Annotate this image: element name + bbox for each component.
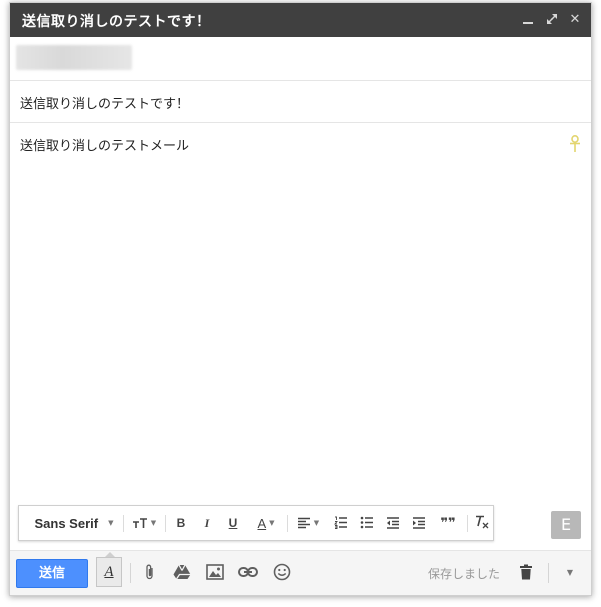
bulleted-list-button[interactable]	[355, 506, 379, 540]
formatting-toolbar: Sans Serif ▼ ▼ B I U A ▼ ▼ ❞❞	[18, 505, 494, 541]
caret-down-icon: ▼	[269, 519, 275, 527]
extension-button[interactable]: E	[551, 511, 581, 539]
font-family-dropdown[interactable]: Sans Serif ▼	[27, 506, 121, 540]
close-icon[interactable]: ✕	[566, 11, 584, 29]
send-button[interactable]: 送信	[16, 559, 88, 588]
quote-icon: ❞❞	[440, 515, 456, 531]
clear-format-icon	[473, 514, 489, 533]
bottom-divider	[130, 563, 131, 583]
toolbar-divider	[467, 515, 468, 532]
formatting-options-toggle[interactable]: A	[96, 552, 122, 587]
drive-icon[interactable]	[171, 561, 193, 583]
minimize-icon[interactable]	[519, 11, 537, 29]
caret-down-icon: ▼	[108, 519, 114, 527]
compose-title: 送信取り消しのテストです！	[22, 14, 211, 30]
bold-button[interactable]: B	[169, 506, 193, 540]
caret-down-icon: ▼	[313, 519, 320, 527]
numbered-list-icon	[334, 514, 348, 533]
draft-saved-status: 保存しました	[428, 567, 501, 581]
align-left-icon	[297, 514, 311, 533]
caret-down-icon: ▼	[150, 519, 157, 527]
link-icon[interactable]	[237, 561, 259, 583]
compose-titlebar[interactable]: 送信取り消しのテストです！ ✕	[10, 3, 591, 37]
indent-more-button[interactable]	[407, 506, 431, 540]
trash-icon[interactable]	[515, 561, 537, 583]
recipients-row[interactable]	[10, 37, 591, 81]
indent-less-button[interactable]	[381, 506, 405, 540]
font-size-dropdown[interactable]: ▼	[127, 506, 161, 540]
remove-formatting-button[interactable]	[470, 506, 492, 540]
message-body[interactable]: 送信取り消しのテストメール	[10, 123, 591, 505]
emoji-icon[interactable]	[271, 561, 293, 583]
toolbar-divider	[165, 515, 166, 532]
bulleted-list-icon	[360, 514, 374, 533]
compose-bottom-bar: 送信 A 保存しました ▼	[10, 550, 591, 595]
font-family-label: Sans Serif	[34, 515, 99, 531]
subject-field[interactable]: 送信取り消しのテストです！	[20, 93, 189, 112]
underline-button[interactable]: U	[221, 506, 245, 540]
format-toggle-icon: A	[104, 563, 114, 580]
indent-less-icon	[386, 514, 400, 533]
indent-more-icon	[412, 514, 426, 533]
popout-icon[interactable]	[543, 11, 561, 29]
toolbar-divider	[287, 515, 288, 532]
ankh-icon[interactable]	[569, 134, 581, 153]
text-color-dropdown[interactable]: A ▼	[249, 506, 283, 540]
caret-down-icon: ▼	[566, 567, 574, 577]
text-color-icon: A	[257, 515, 267, 531]
toolbar-divider	[123, 515, 124, 532]
paperclip-icon[interactable]	[139, 561, 161, 583]
recipient-chip-blurred[interactable]	[16, 45, 132, 70]
subject-row[interactable]: 送信取り消しのテストです！	[10, 81, 591, 123]
numbered-list-button[interactable]	[329, 506, 353, 540]
message-body-text[interactable]: 送信取り消しのテストメール	[20, 135, 189, 154]
compose-window: 送信取り消しのテストです！ ✕ 送信取り消しのテストです！ 送信取り消しのテスト…	[9, 2, 592, 596]
text-size-icon	[132, 514, 148, 533]
quote-button[interactable]: ❞❞	[433, 506, 463, 540]
align-dropdown[interactable]: ▼	[291, 506, 325, 540]
more-options-button[interactable]: ▼	[559, 561, 581, 583]
italic-button[interactable]: I	[195, 506, 219, 540]
photo-icon[interactable]	[204, 561, 226, 583]
bottom-divider	[548, 563, 549, 583]
